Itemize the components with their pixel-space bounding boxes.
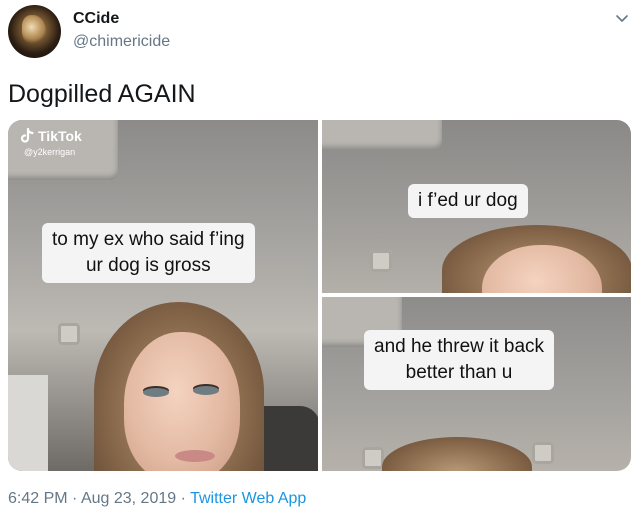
- hair: [382, 437, 532, 471]
- visor-clip: [362, 447, 384, 469]
- caption-top-right-line-1: i f’ed ur dog: [418, 190, 518, 211]
- chevron-down-icon[interactable]: [614, 10, 630, 26]
- tweet-date[interactable]: Aug 23, 2019: [81, 490, 176, 507]
- tiktok-logo-icon: [20, 128, 34, 143]
- media-grid: TikTok @y2kerrigan to my ex who said f’i…: [8, 120, 631, 471]
- car-window: [8, 375, 48, 471]
- lips: [175, 450, 215, 462]
- tweet-source-link[interactable]: Twitter Web App: [190, 490, 306, 507]
- author-handle[interactable]: @chimericide: [73, 33, 170, 51]
- caption-left-line-2: ur dog is gross: [85, 255, 211, 276]
- caption-bottom-right: and he threw it back better than u: [364, 330, 555, 390]
- tweet-time[interactable]: 6:42 PM: [8, 490, 68, 507]
- caption-left-line-1: to my ex who said f’ing: [52, 229, 245, 250]
- tweet-metadata: 6:42 PM · Aug 23, 2019 · Twitter Web App: [8, 490, 306, 508]
- eye-right: [193, 386, 219, 395]
- tiktok-username: @y2kerrigan: [24, 147, 76, 157]
- eye-left: [143, 388, 169, 397]
- video-thumbnail-top-right[interactable]: i f’ed ur dog: [322, 120, 631, 293]
- visor-clip: [370, 250, 392, 272]
- video-thumbnail-left[interactable]: TikTok @y2kerrigan to my ex who said f’i…: [8, 120, 318, 471]
- caption-bottom-right-line-2: better than u: [405, 362, 513, 383]
- caption-left: to my ex who said f’ing ur dog is gross: [42, 223, 255, 283]
- caption-top-right: i f’ed ur dog: [408, 184, 528, 218]
- separator: ·: [67, 490, 81, 507]
- author-avatar[interactable]: [8, 5, 61, 58]
- tiktok-brand: TikTok: [38, 128, 82, 144]
- tweet-text: Dogpilled AGAIN: [8, 80, 196, 108]
- visor-clip: [532, 442, 554, 464]
- tiktok-watermark: TikTok @y2kerrigan: [20, 128, 82, 157]
- car-visor: [322, 120, 442, 150]
- video-thumbnail-bottom-right[interactable]: and he threw it back better than u: [322, 297, 631, 471]
- visor-clip: [58, 323, 80, 345]
- separator: ·: [176, 490, 191, 507]
- face: [124, 332, 240, 471]
- author-name[interactable]: CCide: [73, 10, 119, 28]
- caption-bottom-right-line-1: and he threw it back: [374, 336, 545, 357]
